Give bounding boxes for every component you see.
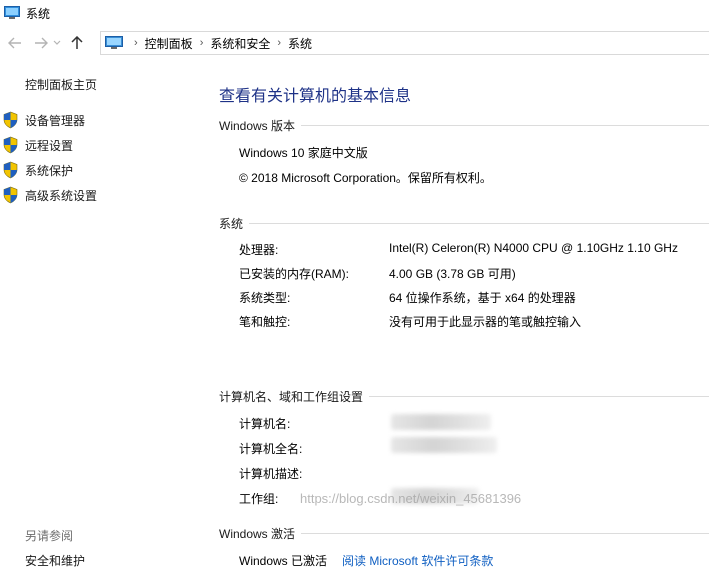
section-windows-edition: Windows 版本: [219, 117, 709, 134]
watermark: https://blog.csdn.net/weixin_45681396: [300, 491, 522, 506]
system-type-value: 64 位操作系统，基于 x64 的处理器: [389, 291, 576, 305]
sidebar: 控制面板主页 设备管理器 远程设置 系统保护 高级系统设置 另请参阅 安全和维护: [0, 60, 205, 577]
security-maintenance-link[interactable]: 安全和维护: [25, 552, 85, 569]
ram-label: 已安装的内存(RAM):: [239, 267, 349, 281]
processor-value: Intel(R) Celeron(R) N4000 CPU @ 1.10GHz …: [389, 241, 678, 255]
navigation-bar: › 控制面板 › 系统和安全 › 系统: [0, 28, 709, 58]
full-computer-name-label: 计算机全名:: [239, 442, 303, 456]
section-heading: 系统: [219, 217, 244, 231]
uac-shield-icon: [2, 111, 19, 129]
section-divider: [369, 396, 709, 397]
edition-name: Windows 10 家庭中文版: [239, 146, 368, 160]
control-panel-home-link[interactable]: 控制面板主页: [25, 76, 97, 93]
section-heading: 计算机名、域和工作组设置: [219, 390, 364, 404]
section-divider: [249, 223, 709, 224]
breadcrumb-control-panel[interactable]: 控制面板: [145, 35, 193, 52]
processor-label: 处理器:: [239, 243, 279, 257]
pen-touch-value: 没有可用于此显示器的笔或触控输入: [389, 315, 582, 329]
breadcrumb-separator-icon: ›: [134, 37, 138, 49]
copyright-text: © 2018 Microsoft Corporation。保留所有权利。: [239, 171, 492, 185]
pen-touch-label: 笔和触控:: [239, 315, 291, 329]
redacted-computer-name: [391, 414, 491, 430]
section-divider: [301, 533, 709, 534]
title-bar: 系统: [0, 0, 709, 26]
section-computer-name: 计算机名、域和工作组设置: [219, 388, 709, 405]
breadcrumb-system-security[interactable]: 系统和安全: [210, 35, 270, 52]
activation-status: Windows 已激活: [239, 554, 328, 568]
uac-shield-icon: [2, 161, 19, 179]
ram-value: 4.00 GB (3.78 GB 可用): [389, 267, 516, 281]
see-also-heading: 另请参阅: [25, 529, 74, 543]
license-terms-link[interactable]: 阅读 Microsoft 软件许可条款: [342, 552, 493, 569]
system-monitor-icon: [4, 6, 20, 20]
page-title: 查看有关计算机的基本信息: [219, 88, 412, 105]
breadcrumb-separator-icon: ›: [277, 37, 282, 49]
sidebar-item-remote-settings[interactable]: 远程设置: [2, 136, 73, 154]
recent-locations-chevron-icon[interactable]: [52, 34, 62, 52]
sidebar-item-label: 系统保护: [25, 163, 74, 178]
computer-description-label: 计算机描述:: [239, 467, 303, 481]
section-heading: Windows 激活: [219, 527, 296, 541]
uac-shield-icon: [2, 136, 19, 154]
sidebar-item-system-protection[interactable]: 系统保护: [2, 161, 73, 179]
workgroup-label: 工作组:: [239, 492, 279, 506]
sidebar-item-advanced-settings[interactable]: 高级系统设置: [2, 186, 97, 204]
window-title: 系统: [26, 6, 51, 21]
sidebar-item-device-manager[interactable]: 设备管理器: [2, 111, 85, 129]
system-type-label: 系统类型:: [239, 291, 291, 305]
back-arrow-icon[interactable]: [6, 34, 24, 52]
control-panel-icon: [105, 36, 123, 50]
sidebar-item-label: 远程设置: [25, 138, 74, 153]
sidebar-item-label: 高级系统设置: [25, 188, 98, 203]
address-bar[interactable]: › 控制面板 › 系统和安全 › 系统: [100, 31, 709, 55]
section-system: 系统: [219, 215, 709, 232]
forward-arrow-icon[interactable]: [32, 34, 50, 52]
section-divider: [301, 125, 709, 126]
computer-name-label: 计算机名:: [239, 417, 291, 431]
section-windows-activation: Windows 激活: [219, 525, 709, 542]
redacted-full-computer-name: [391, 437, 497, 453]
breadcrumb-system[interactable]: 系统: [288, 35, 312, 52]
breadcrumb-separator-icon: ›: [199, 37, 204, 49]
up-arrow-icon[interactable]: [68, 34, 86, 52]
section-heading: Windows 版本: [219, 119, 296, 133]
sidebar-item-label: 设备管理器: [25, 113, 86, 128]
uac-shield-icon: [2, 186, 19, 204]
